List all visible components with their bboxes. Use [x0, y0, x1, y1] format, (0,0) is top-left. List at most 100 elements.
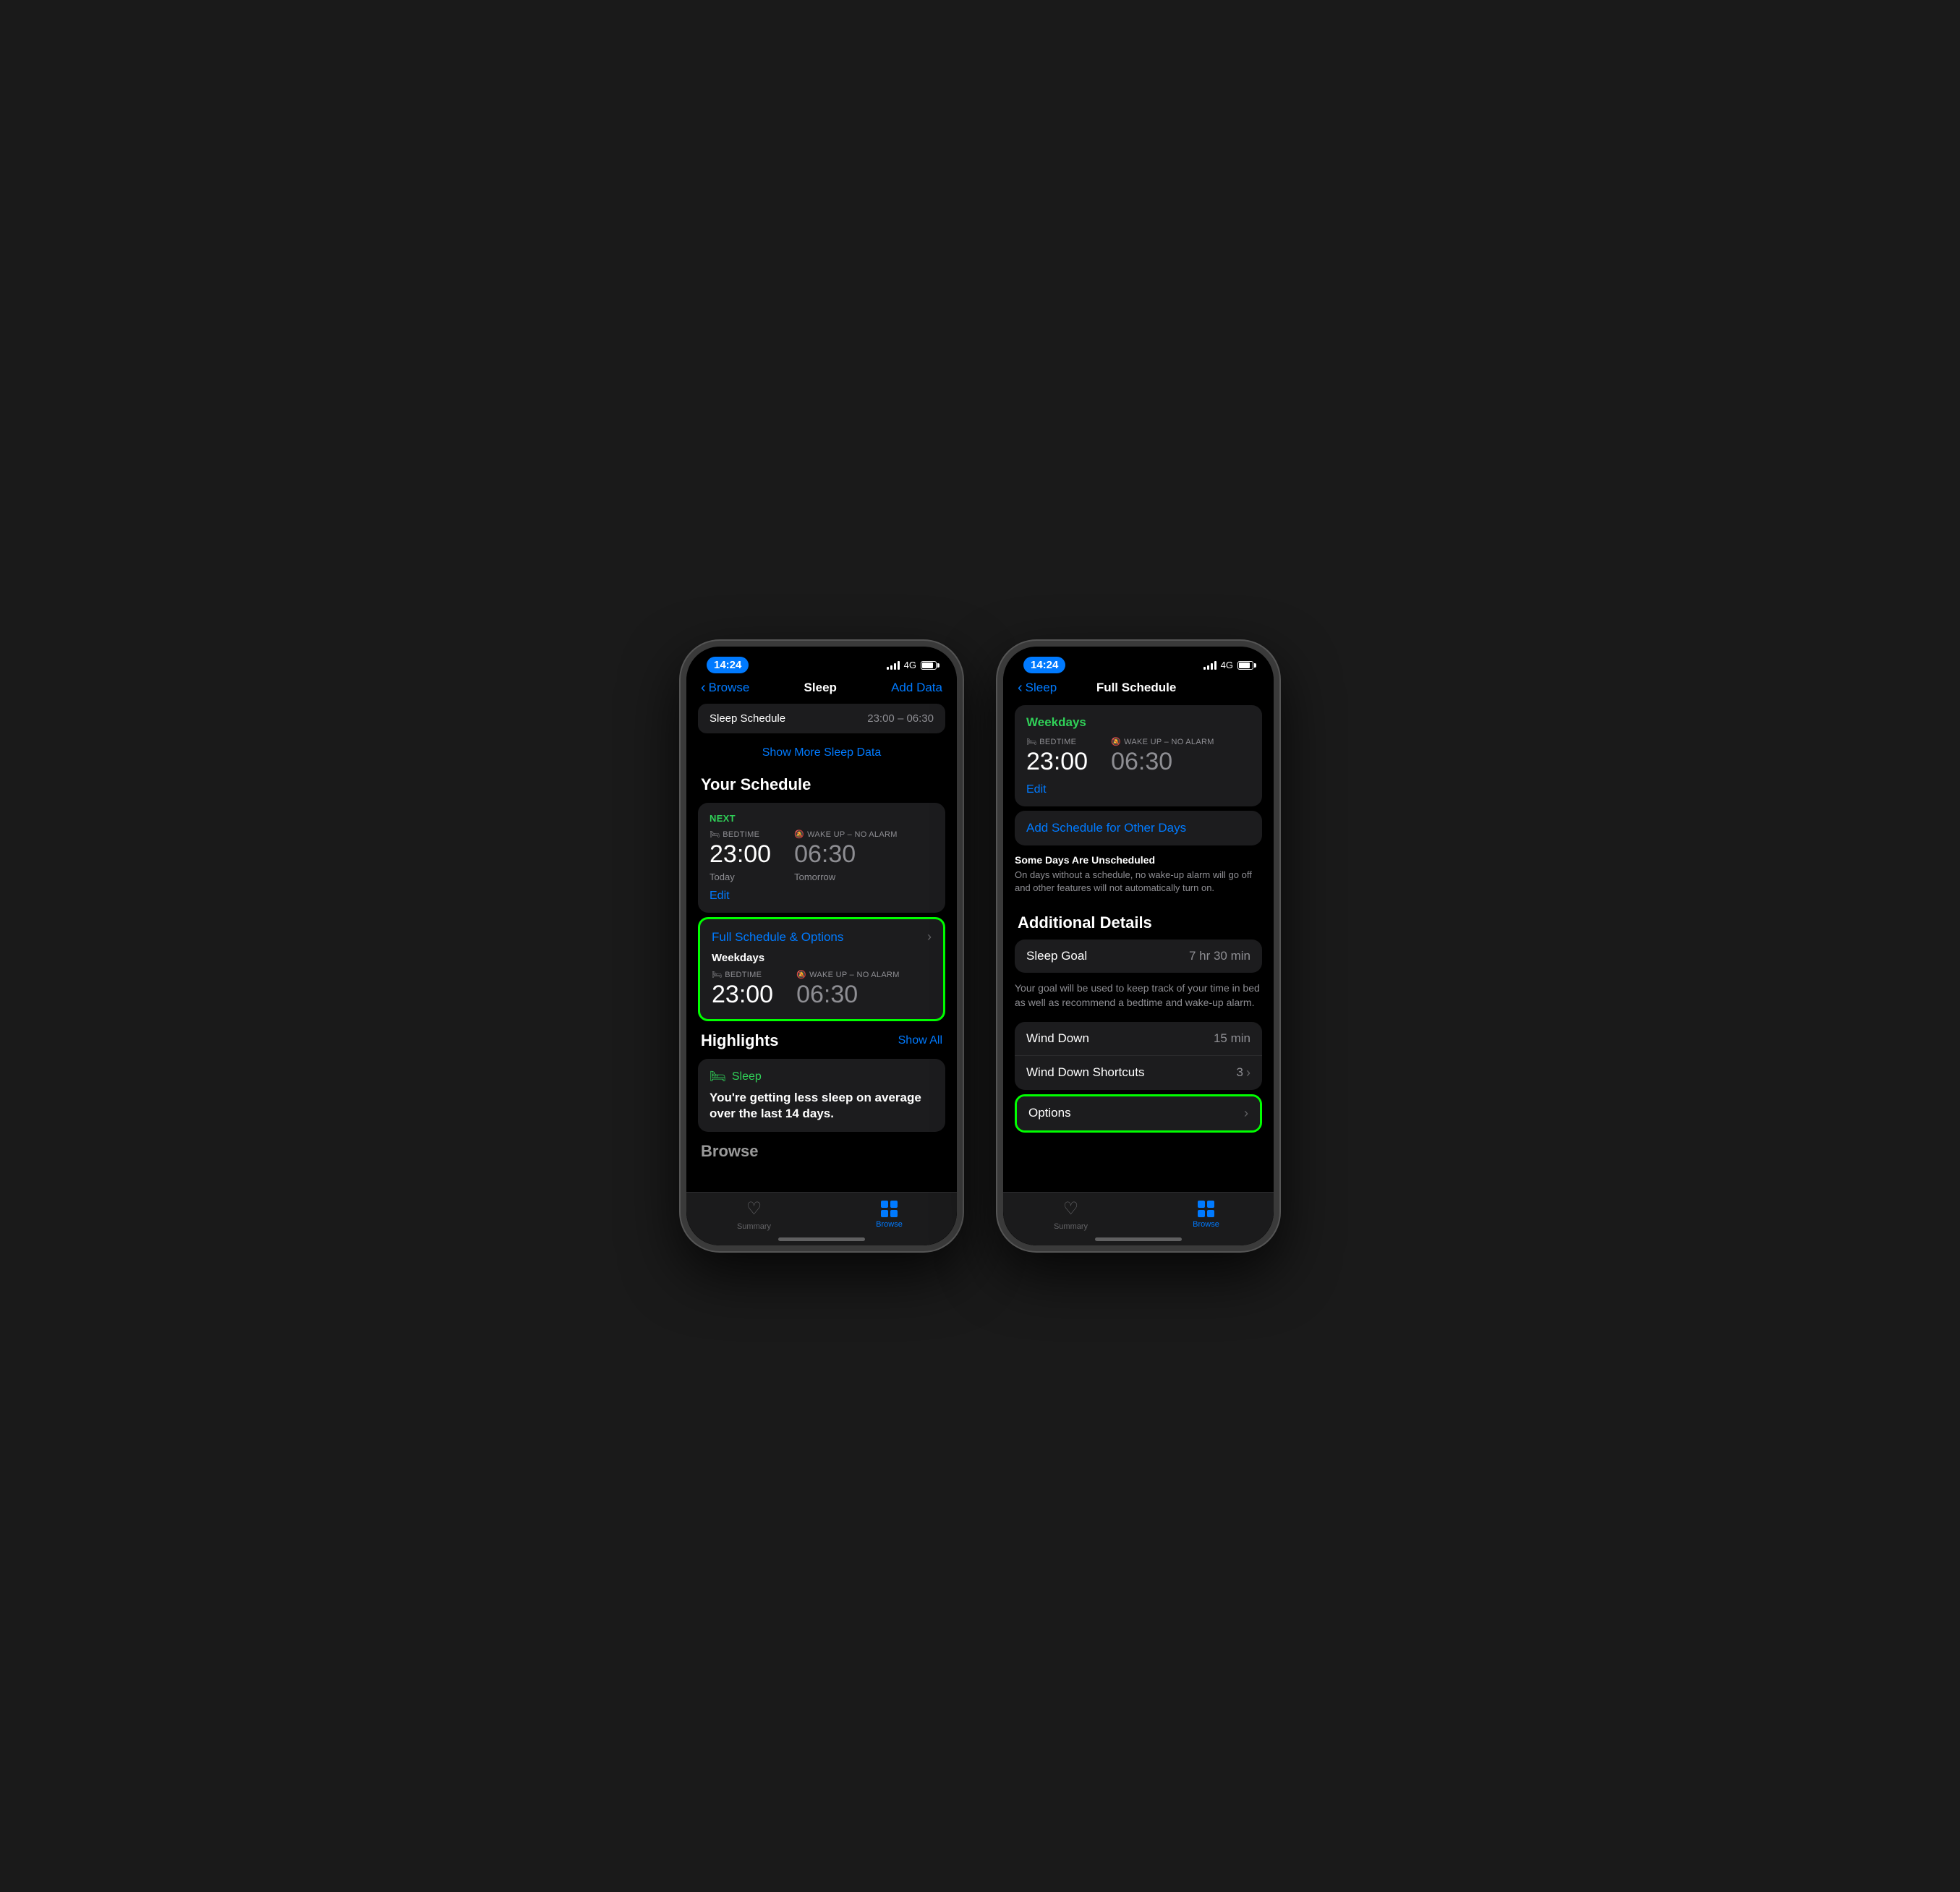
status-time-2: 14:24: [1023, 657, 1065, 673]
options-row[interactable]: Options ›: [1017, 1096, 1260, 1130]
schedule-times-row: 🛏 BEDTIME 23:00 Today 🔕 WAKE UP – NO ALA…: [710, 830, 934, 882]
wd-bed-icon: 🛏: [1026, 737, 1036, 746]
heart-icon-1: ♡: [746, 1198, 762, 1219]
full-schedule-link[interactable]: Full Schedule & Options: [712, 930, 843, 945]
notch-2: [1081, 647, 1196, 668]
chevron-icon-options: ›: [1244, 1106, 1248, 1121]
back-arrow-icon-2: ‹: [1018, 681, 1023, 695]
wind-down-label: Wind Down: [1026, 1031, 1089, 1046]
tab-summary-2[interactable]: ♡ Summary: [1003, 1198, 1138, 1231]
show-all-link[interactable]: Show All: [898, 1034, 942, 1047]
highlights-text: You're getting less sleep on average ove…: [710, 1090, 934, 1122]
full-wakeup-value: 06:30: [796, 981, 900, 1009]
options-inner-card: Options ›: [1017, 1096, 1260, 1130]
sleep-schedule-time: 23:00 – 06:30: [867, 712, 934, 725]
bedtime-label: 🛏 BEDTIME: [710, 830, 771, 839]
full-schedule-weekdays: Weekdays: [712, 952, 932, 964]
wd-bedtime-col: 🛏 BEDTIME 23:00: [1026, 737, 1088, 776]
tab-browse-label-2: Browse: [1193, 1220, 1219, 1229]
nav-back-2[interactable]: ‹ Sleep: [1018, 681, 1057, 695]
tab-summary-label-1: Summary: [737, 1222, 771, 1231]
full-schedule-link-row[interactable]: Full Schedule & Options ›: [712, 929, 932, 945]
battery-fill-1: [922, 662, 933, 668]
alarm-icon: 🔕: [794, 830, 804, 839]
wd-wakeup-value: 06:30: [1111, 748, 1214, 776]
options-label: Options: [1028, 1106, 1071, 1120]
phone-2: 14:24 4G ‹ S: [997, 641, 1279, 1251]
sleep-goal-label: Sleep Goal: [1026, 949, 1087, 963]
edit-link-1[interactable]: Edit: [710, 890, 934, 903]
add-schedule-card[interactable]: Add Schedule for Other Days: [1015, 811, 1262, 845]
signal-bars-1: [887, 661, 900, 670]
weekdays-label: Weekdays: [1026, 715, 1250, 730]
signal-bar-1: [887, 667, 889, 670]
bedtime-subtitle: Today: [710, 872, 771, 882]
wind-down-row: Wind Down 15 min: [1015, 1022, 1262, 1056]
sleep-goal-value: 7 hr 30 min: [1189, 949, 1250, 963]
battery-fill-2: [1239, 662, 1250, 668]
phone-1: 14:24 4G ‹ B: [681, 641, 963, 1251]
nav-back-label-2[interactable]: Sleep: [1026, 681, 1057, 695]
sleep-schedule-label: Sleep Schedule: [710, 712, 785, 725]
wakeup-label: 🔕 WAKE UP – NO ALARM: [794, 830, 898, 839]
full-alarm-icon: 🔕: [796, 970, 806, 979]
wind-down-shortcuts-row[interactable]: Wind Down Shortcuts 3 ›: [1015, 1056, 1262, 1090]
additional-details-header: Additional Details: [1003, 902, 1274, 937]
highlights-icon-label: Sleep: [732, 1070, 762, 1083]
home-indicator-1: [778, 1237, 865, 1241]
bedtime-value: 23:00: [710, 840, 771, 869]
nav-back-label-1[interactable]: Browse: [709, 681, 750, 695]
options-card[interactable]: Options ›: [1015, 1094, 1262, 1133]
sleep-goal-row: Sleep Goal 7 hr 30 min: [1015, 939, 1262, 973]
browse-grid-icon-2: [1198, 1201, 1214, 1217]
wind-down-value: 15 min: [1214, 1031, 1250, 1046]
tab-browse-1[interactable]: Browse: [822, 1201, 957, 1229]
show-more-btn[interactable]: Show More Sleep Data: [686, 736, 957, 770]
your-schedule-header: Your Schedule: [686, 770, 957, 798]
wakeup-col: 🔕 WAKE UP – NO ALARM 06:30 Tomorrow: [794, 830, 898, 882]
heart-icon-2: ♡: [1063, 1198, 1079, 1219]
status-right-1: 4G: [887, 660, 937, 670]
signal-type-1: 4G: [904, 660, 916, 670]
bed-icon: 🛏: [710, 830, 720, 839]
battery-icon-2: [1237, 661, 1253, 670]
sleep-schedule-row: Sleep Schedule 23:00 – 06:30: [698, 704, 945, 733]
chevron-icon-wd: ›: [1246, 1065, 1250, 1081]
goal-description: Your goal will be used to keep track of …: [1003, 976, 1274, 1018]
edit-link-2[interactable]: Edit: [1026, 783, 1250, 796]
options-chevron: ›: [1244, 1106, 1248, 1121]
nav-bar-2: ‹ Sleep Full Schedule: [1003, 678, 1274, 701]
full-bedtime-value: 23:00: [712, 981, 773, 1009]
wind-down-card: Wind Down 15 min Wind Down Shortcuts 3 ›: [1015, 1022, 1262, 1090]
tab-summary-1[interactable]: ♡ Summary: [686, 1198, 822, 1231]
weekdays-card: Weekdays 🛏 BEDTIME 23:00 🔕: [1015, 705, 1262, 806]
status-time-1: 14:24: [707, 657, 749, 673]
unscheduled-warning: Some Days Are Unscheduled On days withou…: [1003, 850, 1274, 902]
chevron-icon-1: ›: [927, 929, 932, 945]
wd-bedtime-label: 🛏 BEDTIME: [1026, 737, 1088, 746]
full-bedtime-col: 🛏 BEDTIME 23:00: [712, 970, 773, 1009]
sleep-goal-card: Sleep Goal 7 hr 30 min: [1015, 939, 1262, 973]
nav-back-1[interactable]: ‹ Browse: [701, 681, 749, 695]
highlights-icon-row: 🛏 Sleep: [710, 1069, 934, 1084]
tab-browse-2[interactable]: Browse: [1138, 1201, 1274, 1229]
browse-section-partial: Browse: [686, 1136, 957, 1167]
battery-icon-1: [921, 661, 937, 670]
tab-browse-label-1: Browse: [876, 1220, 903, 1229]
full-bed-icon: 🛏: [712, 970, 722, 979]
add-schedule-link[interactable]: Add Schedule for Other Days: [1026, 821, 1186, 835]
highlights-header: Highlights Show All: [686, 1026, 957, 1054]
sleep-icon: 🛏: [710, 1069, 726, 1084]
nav-action-1[interactable]: Add Data: [891, 681, 942, 695]
nav-title-1: Sleep: [804, 681, 837, 695]
browse-grid-icon-1: [881, 1201, 898, 1217]
screen-content-2[interactable]: Weekdays 🛏 BEDTIME 23:00 🔕: [1003, 701, 1274, 1201]
highlights-title: Highlights: [701, 1031, 779, 1050]
full-schedule-card[interactable]: Full Schedule & Options › Weekdays 🛏 BED…: [698, 917, 945, 1021]
highlights-card: 🛏 Sleep You're getting less sleep on ave…: [698, 1059, 945, 1132]
full-wakeup-col: 🔕 WAKE UP – NO ALARM 06:30: [796, 970, 900, 1009]
wd-alarm-icon: 🔕: [1111, 737, 1121, 746]
signal-bar-3: [894, 663, 896, 670]
full-schedule-times-row: 🛏 BEDTIME 23:00 🔕 WAKE UP – NO ALARM 06:…: [712, 970, 932, 1009]
screen-content-1[interactable]: Sleep Schedule 23:00 – 06:30 Show More S…: [686, 701, 957, 1201]
